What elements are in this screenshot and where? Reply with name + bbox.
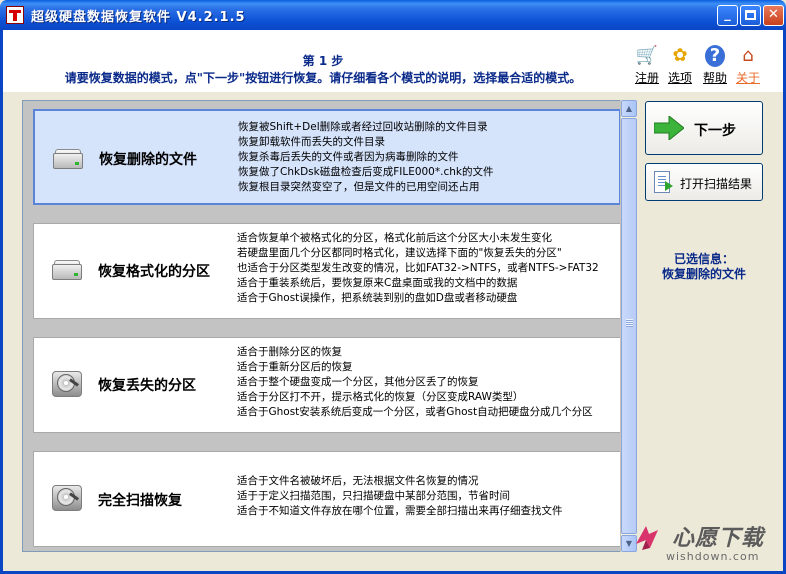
option-recover-deleted-files[interactable]: 恢复删除的文件 恢复被Shift+Del删除或者经过回收站删除的文件目录 恢复卸… xyxy=(33,109,621,205)
option-recover-formatted-partition[interactable]: 恢复格式化的分区 适合恢复单个被格式化的分区，格式化前后这个分区大小未发生变化 … xyxy=(33,223,621,319)
grip-icon xyxy=(626,319,633,327)
gear-icon: ✿ xyxy=(672,45,688,66)
option-recover-lost-partition[interactable]: 恢复丢失的分区 适合于删除分区的恢复 适合于重新分区后的恢复 适合于整个硬盘变成… xyxy=(33,337,621,433)
option-title: 完全扫描恢复 xyxy=(98,493,182,509)
site-watermark: 心愿下载 wishdown.com xyxy=(628,516,778,566)
watermark-brand: 心愿下载 xyxy=(672,526,765,551)
recovery-mode-list: 恢复删除的文件 恢复被Shift+Del删除或者经过回收站删除的文件目录 恢复卸… xyxy=(22,100,637,552)
home-icon: ⌂ xyxy=(742,45,754,66)
options-link[interactable]: ✿ 选项 xyxy=(665,45,695,86)
scroll-up-button[interactable]: ▲ xyxy=(621,100,637,117)
scroll-thumb[interactable] xyxy=(621,118,637,534)
option-description: 适合恢复单个被格式化的分区，格式化前后这个分区大小未发生变化 若硬盘里面几个分区… xyxy=(237,232,599,304)
window-title: 超级硬盘数据恢复软件 V4.2.1.5 xyxy=(31,10,246,25)
help-link[interactable]: ? 帮助 xyxy=(700,45,730,86)
vertical-scrollbar[interactable]: ▲ ▼ xyxy=(620,100,637,552)
app-icon xyxy=(6,6,24,24)
minimize-button[interactable]: _ xyxy=(717,5,738,26)
selected-info-value: 恢复删除的文件 xyxy=(661,267,746,281)
option-title: 恢复格式化的分区 xyxy=(98,264,210,280)
open-hard-disk-icon xyxy=(52,371,82,397)
next-step-button[interactable]: 下一步 xyxy=(645,101,763,155)
maximize-button[interactable] xyxy=(740,5,761,26)
option-description: 恢复被Shift+Del删除或者经过回收站删除的文件目录 恢复卸载软件而丢失的文… xyxy=(238,121,494,193)
title-bar[interactable]: 超级硬盘数据恢复软件 V4.2.1.5 _ ✕ xyxy=(0,0,786,30)
open-hard-disk-icon xyxy=(52,485,82,511)
close-button[interactable]: ✕ xyxy=(763,5,784,26)
option-full-scan-recovery[interactable]: 完全扫描恢复 适合于文件名被破坏后，无法根据文件名恢复的情况 适于于定义扫描范围… xyxy=(33,451,621,547)
selected-info-label: 已选信息： xyxy=(673,252,734,266)
cart-icon: 🛒 xyxy=(635,45,659,66)
open-arrow-icon xyxy=(665,181,673,191)
maximize-icon xyxy=(745,10,756,20)
open-scan-results-button[interactable]: 打开扫描结果 xyxy=(645,163,763,201)
option-description: 适合于删除分区的恢复 适合于重新分区后的恢复 适合于整个硬盘变成一个分区，其他分… xyxy=(237,346,593,418)
help-icon: ? xyxy=(705,45,725,67)
step-title: 第 1 步 xyxy=(302,54,344,68)
right-arrow-icon xyxy=(654,116,684,140)
wishdown-logo-icon xyxy=(636,526,658,550)
option-title: 恢复删除的文件 xyxy=(99,152,197,168)
watermark-url: wishdown.com xyxy=(666,550,760,563)
step-instruction: 请要恢复数据的模式，点"下一步"按钮进行恢复。请仔细看各个模式的说明，选择最合适… xyxy=(64,71,582,85)
option-description: 适合于文件名被破坏后，无法根据文件名恢复的情况 适于于定义扫描范围，只扫描硬盘中… xyxy=(237,475,563,517)
hard-disk-icon xyxy=(53,149,83,171)
option-title: 恢复丢失的分区 xyxy=(98,378,196,394)
about-link[interactable]: ⌂ 关于 xyxy=(733,45,763,86)
selected-info: 已选信息： 恢复删除的文件 xyxy=(645,252,763,282)
register-link[interactable]: 🛒 注册 xyxy=(632,45,662,86)
hard-disk-icon xyxy=(52,260,82,282)
